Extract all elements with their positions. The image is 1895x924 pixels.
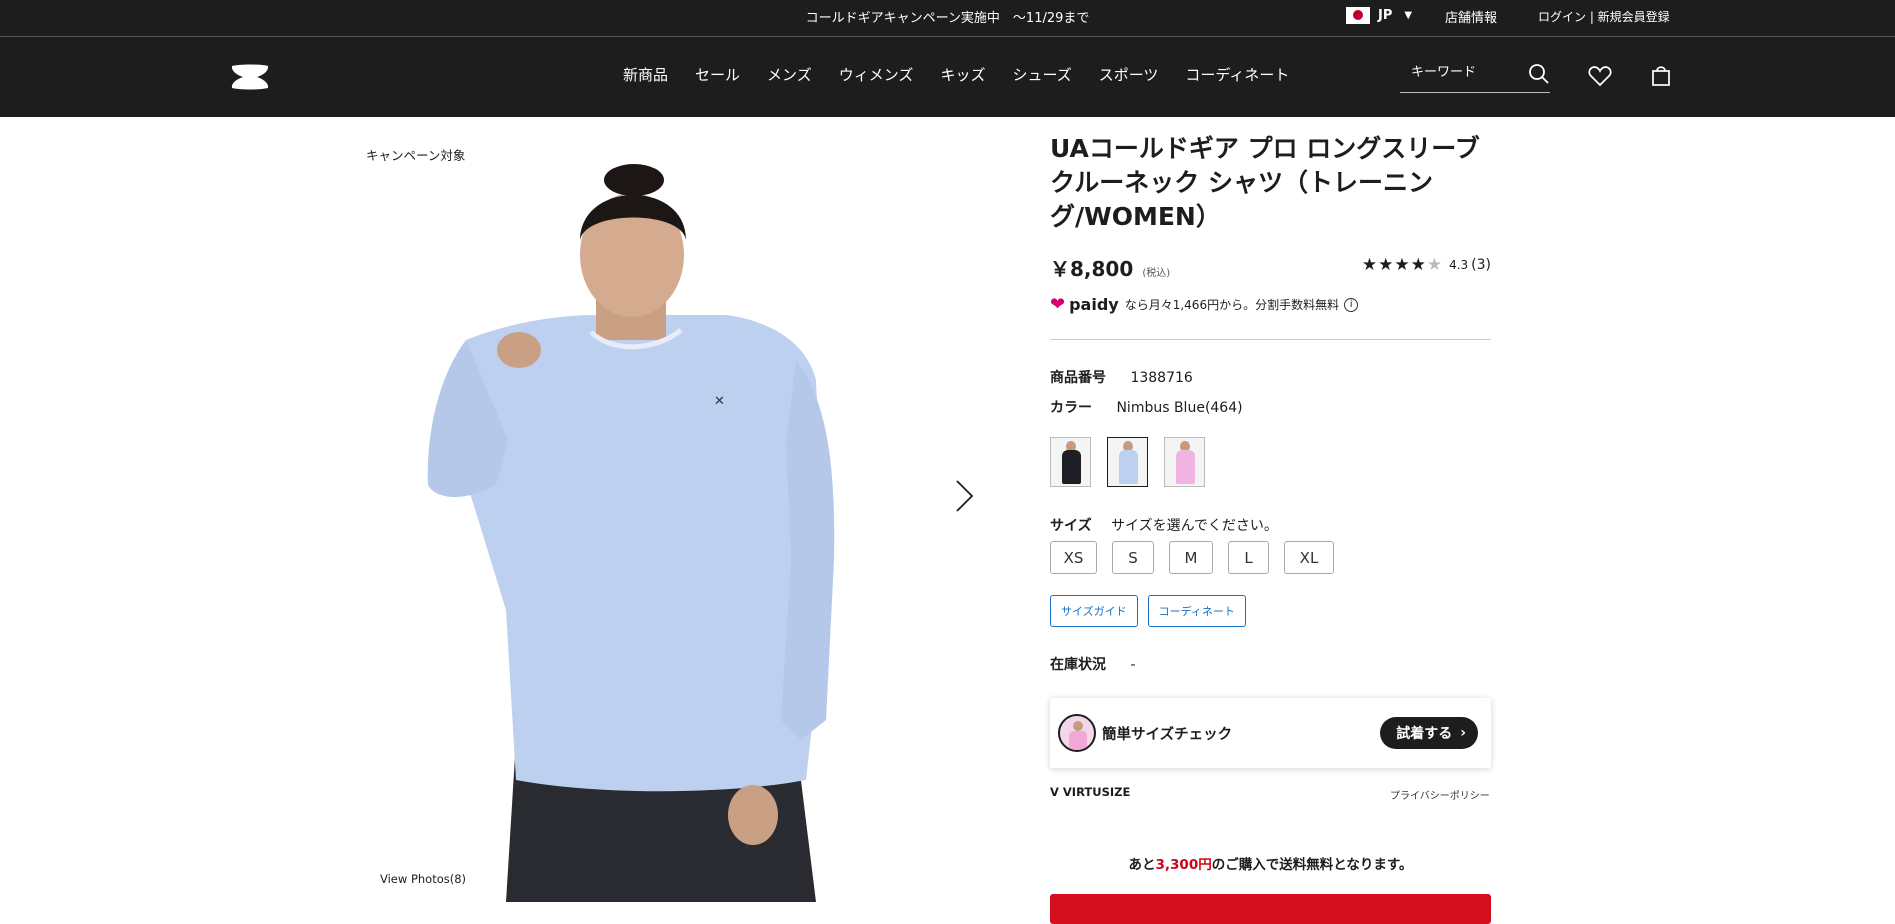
paidy-text: なら月々1,466円から。分割手数料無料: [1124, 298, 1340, 312]
size-guide-button[interactable]: サイズガイド: [1050, 595, 1138, 627]
nav-item-sports[interactable]: スポーツ: [1099, 64, 1159, 85]
nav-item-new[interactable]: 新商品: [623, 64, 668, 85]
virtusize-brand-text: VIRTUSIZE: [1062, 785, 1131, 799]
color-swatches: [1050, 437, 1205, 487]
rating[interactable]: ★★★★★ 4.3 (3): [1362, 255, 1491, 275]
caret-down-icon: ▼: [1404, 10, 1413, 21]
next-photo-arrow-icon[interactable]: [952, 478, 976, 514]
coordinate-button[interactable]: コーディネート: [1147, 595, 1246, 627]
info-icon[interactable]: i: [1344, 297, 1359, 312]
view-photos-link[interactable]: View Photos(8): [380, 872, 466, 886]
virtusize-logo-icon: V: [1050, 785, 1059, 799]
try-on-button[interactable]: 試着する ›: [1380, 717, 1478, 749]
stock-row: 在庫状況 -: [1050, 654, 1136, 674]
price-row: ￥8,800 (税込) ★★★★★ 4.3 (3): [1050, 253, 1491, 281]
product-info: UAコールドギア プロ ロングスリーブ クルーネック シャツ（トレーニング/WO…: [1050, 132, 1491, 234]
swatch-shirt: [1062, 450, 1081, 484]
color-value: Nimbus Blue(464): [1116, 400, 1243, 416]
add-to-cart-button[interactable]: [1050, 894, 1491, 924]
swatch-pink[interactable]: [1164, 437, 1205, 487]
virtusize-widget: 簡単サイズチェック 試着する ›: [1050, 698, 1491, 768]
free-shipping-notice: あと3,300円のご購入で送料無料となります。: [1050, 853, 1491, 873]
size-options: XS S M L XL: [1050, 541, 1334, 574]
avatar-body: [1069, 731, 1087, 750]
rating-count[interactable]: (3): [1471, 257, 1491, 273]
size-row: サイズ サイズを選んでください。: [1050, 515, 1278, 535]
swatch-shirt: [1119, 450, 1138, 484]
svg-text:✕: ✕: [714, 394, 725, 409]
privacy-policy-link[interactable]: プライバシーポリシー: [1390, 787, 1490, 802]
promo-bar: コールドギアキャンペーン実施中 ～11/29まで JP ▼ 店舗情報 ログイン …: [0, 0, 1895, 37]
search-icon[interactable]: [1528, 63, 1550, 85]
size-links: サイズガイド コーディネート: [1050, 595, 1246, 627]
main-nav: 新商品 セール メンズ ウィメンズ キッズ シューズ スポーツ コーディネート: [623, 64, 1316, 85]
size-s[interactable]: S: [1112, 541, 1154, 574]
product-photo[interactable]: ✕: [396, 140, 946, 902]
paidy-installment: ❤ paidy なら月々1,466円から。分割手数料無料 i: [1050, 294, 1359, 315]
size-label: サイズ: [1050, 518, 1092, 534]
try-on-label: 試着する: [1396, 726, 1453, 742]
rating-score: 4.3: [1449, 258, 1469, 272]
chevron-right-icon: ›: [1460, 725, 1466, 741]
sku-row: 商品番号 1388716: [1050, 367, 1193, 387]
size-m[interactable]: M: [1169, 541, 1213, 574]
login-register-link[interactable]: ログイン | 新規会員登録: [1538, 8, 1670, 25]
rating-stars-icon: ★★★★★: [1361, 255, 1444, 275]
virtusize-avatar-icon: [1058, 714, 1096, 752]
search-input[interactable]: [1411, 65, 1521, 80]
swatch-shirt: [1176, 450, 1195, 484]
size-xs[interactable]: XS: [1050, 541, 1097, 574]
divider: [1050, 339, 1491, 340]
swatch-black[interactable]: [1050, 437, 1091, 487]
cart-bag-icon[interactable]: [1651, 65, 1671, 87]
size-xl[interactable]: XL: [1284, 541, 1334, 574]
paidy-brand: paidy: [1069, 295, 1119, 314]
paidy-logo-icon: ❤: [1050, 294, 1066, 315]
tax-note: (税込): [1142, 268, 1171, 279]
sku-label: 商品番号: [1050, 370, 1106, 386]
nav-item-coordinate[interactable]: コーディネート: [1185, 64, 1289, 85]
main-header: 新商品 セール メンズ ウィメンズ キッズ シューズ スポーツ コーディネート: [0, 37, 1895, 117]
store-info-link[interactable]: 店舗情報: [1445, 7, 1497, 26]
stock-value: -: [1130, 657, 1136, 673]
nav-item-womens[interactable]: ウィメンズ: [839, 64, 914, 85]
size-prompt: サイズを選んでください。: [1111, 518, 1278, 534]
stock-label: 在庫状況: [1050, 657, 1106, 673]
country-code: JP: [1378, 8, 1393, 23]
swatch-nimbus-blue[interactable]: [1107, 437, 1148, 487]
shipping-prefix: あと: [1128, 857, 1156, 873]
nav-item-sale[interactable]: セール: [695, 64, 740, 85]
nav-item-mens[interactable]: メンズ: [767, 64, 812, 85]
shipping-suffix: のご購入で送料無料となります。: [1211, 857, 1413, 873]
virtusize-brand: V VIRTUSIZE: [1050, 785, 1130, 799]
search-box: [1400, 57, 1550, 93]
shipping-amount: 3,300円: [1155, 857, 1212, 873]
color-label: カラー: [1050, 400, 1092, 416]
nav-item-kids[interactable]: キッズ: [940, 64, 985, 85]
japan-flag-icon: [1346, 7, 1370, 24]
product-title: UAコールドギア プロ ロングスリーブ クルーネック シャツ（トレーニング/WO…: [1050, 134, 1480, 231]
size-l[interactable]: L: [1228, 541, 1269, 574]
wishlist-heart-icon[interactable]: [1588, 65, 1612, 87]
under-armour-logo-icon[interactable]: [228, 63, 272, 91]
avatar-head: [1073, 721, 1083, 731]
virtusize-label: 簡単サイズチェック: [1102, 727, 1233, 743]
product-price: ￥8,800: [1050, 257, 1134, 281]
country-selector[interactable]: JP ▼: [1346, 7, 1412, 24]
nav-item-shoes[interactable]: シューズ: [1012, 64, 1071, 85]
sku-value: 1388716: [1130, 370, 1193, 386]
color-row: カラー Nimbus Blue(464): [1050, 397, 1243, 417]
